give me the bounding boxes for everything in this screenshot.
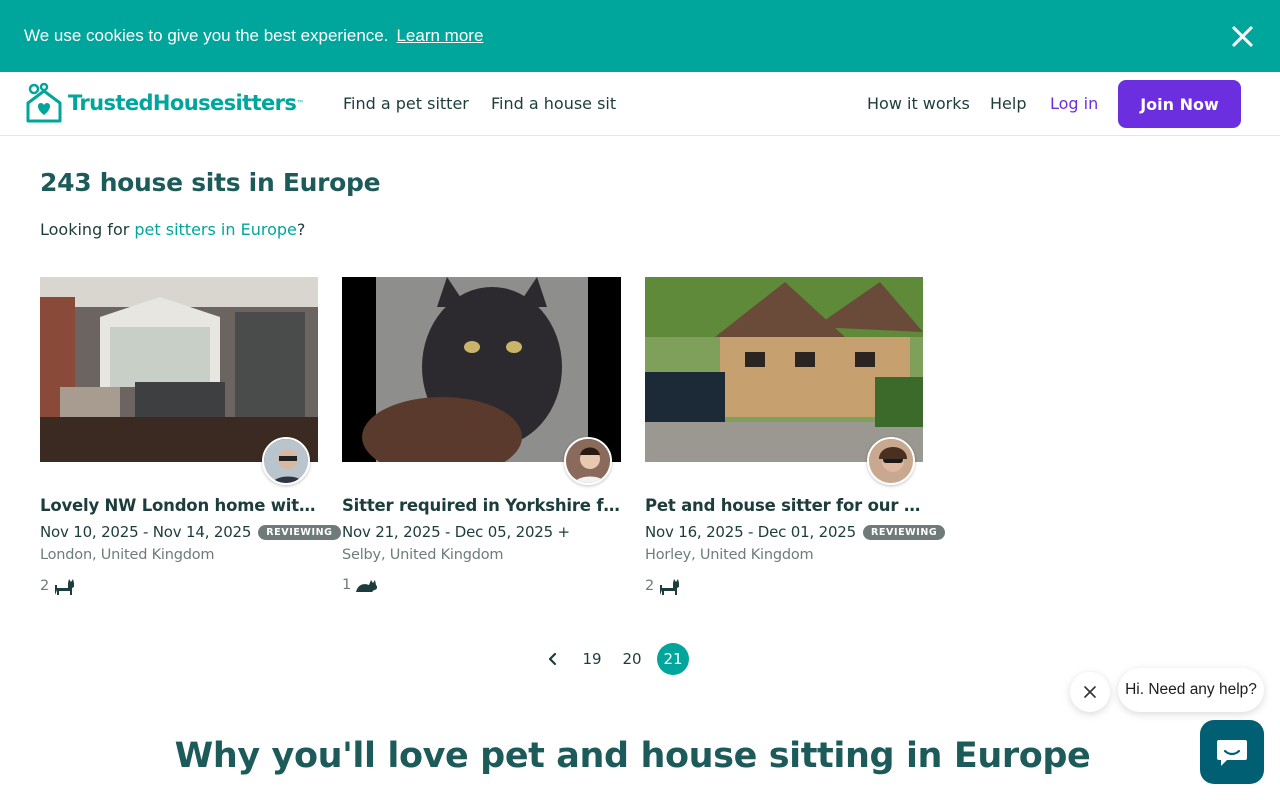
listing-location: Selby, United Kingdom (342, 547, 504, 563)
nav-how-it-works[interactable]: How it works (867, 94, 970, 113)
chat-close-button[interactable] (1070, 672, 1110, 712)
house-heart-icon (26, 83, 62, 123)
pet-count-number: 2 (645, 578, 655, 594)
pagination-previous[interactable] (537, 643, 569, 675)
looking-for-text: Looking for pet sitters in Europe? (40, 220, 305, 239)
listing-photo-house[interactable] (645, 277, 923, 485)
pet-count-number: 1 (342, 577, 352, 593)
cat-icon (660, 579, 680, 595)
trademark-symbol: ™ (296, 98, 305, 108)
listing-photo-cat[interactable] (342, 277, 621, 485)
cookie-message: We use cookies to give you the best expe… (24, 26, 389, 45)
listing-dates: Nov 10, 2025 - Nov 14, 2025 REVIEWING (40, 523, 341, 541)
logo-wordmark: TrustedHousesitters (68, 91, 297, 115)
join-now-button[interactable]: Join Now (1118, 80, 1241, 128)
nav-help[interactable]: Help (990, 94, 1026, 113)
site-header: TrustedHousesitters ™ Find a pet sitter … (0, 72, 1280, 136)
cookie-learn-more-link[interactable]: Learn more (396, 26, 483, 46)
chat-icon (1217, 740, 1247, 766)
date-range: Nov 16, 2025 - Dec 01, 2025 (645, 523, 856, 541)
nav-find-house-sit[interactable]: Find a house sit (491, 94, 616, 113)
chevron-left-icon (548, 652, 557, 666)
pagination-page-21-current[interactable]: 21 (657, 643, 689, 675)
listing-card[interactable]: Sitter required in Yorkshire for lovely … (342, 277, 621, 593)
chat-launcher-button[interactable] (1200, 720, 1264, 784)
close-icon[interactable] (1230, 24, 1254, 48)
pagination-page-19[interactable]: 19 (576, 643, 608, 675)
status-badge: REVIEWING (862, 524, 946, 540)
date-range: Nov 21, 2025 - Dec 05, 2025 + (342, 523, 570, 541)
looking-prefix: Looking for (40, 220, 135, 239)
date-range: Nov 10, 2025 - Nov 14, 2025 (40, 523, 252, 541)
looking-suffix: ? (296, 220, 306, 239)
cat-icon (356, 580, 378, 592)
host-avatar (867, 437, 915, 485)
listing-card[interactable]: Pet and house sitter for our two cats No… (645, 277, 946, 595)
listing-location: Horley, United Kingdom (645, 547, 814, 563)
listing-title[interactable]: Lovely NW London home with two cats (40, 496, 318, 515)
pet-count: 2 (40, 577, 319, 595)
why-heading: Why you'll love pet and house sitting in… (174, 736, 1091, 776)
close-icon (1084, 686, 1096, 698)
nav-login[interactable]: Log in (1050, 94, 1098, 113)
pet-count: 1 (342, 577, 621, 593)
cat-icon (55, 579, 75, 595)
host-avatar (564, 437, 612, 485)
listing-title[interactable]: Pet and house sitter for our two cats (645, 496, 923, 515)
cookie-banner: We use cookies to give you the best expe… (0, 0, 1280, 72)
page-title: 243 house sits in Europe (40, 168, 381, 197)
pet-count-number: 2 (40, 578, 50, 594)
nav-find-pet-sitter[interactable]: Find a pet sitter (343, 94, 469, 113)
listing-location: London, United Kingdom (40, 547, 215, 563)
listing-photo-kitchen[interactable] (40, 277, 318, 485)
host-avatar (262, 437, 310, 485)
listing-title[interactable]: Sitter required in Yorkshire for lovely … (342, 496, 620, 515)
pagination-page-20[interactable]: 20 (616, 643, 648, 675)
listing-dates: Nov 21, 2025 - Dec 05, 2025 + (342, 523, 621, 541)
logo[interactable]: TrustedHousesitters ™ (24, 83, 304, 123)
pet-count: 2 (645, 577, 924, 595)
listing-card[interactable]: Lovely NW London home with two cats Nov … (40, 277, 341, 595)
pet-sitters-link[interactable]: pet sitters in Europe (134, 220, 296, 239)
chat-greeting-bubble[interactable]: Hi. Need any help? (1118, 668, 1264, 712)
status-badge: REVIEWING (258, 524, 341, 540)
listing-dates: Nov 16, 2025 - Dec 01, 2025 REVIEWING (645, 523, 946, 541)
